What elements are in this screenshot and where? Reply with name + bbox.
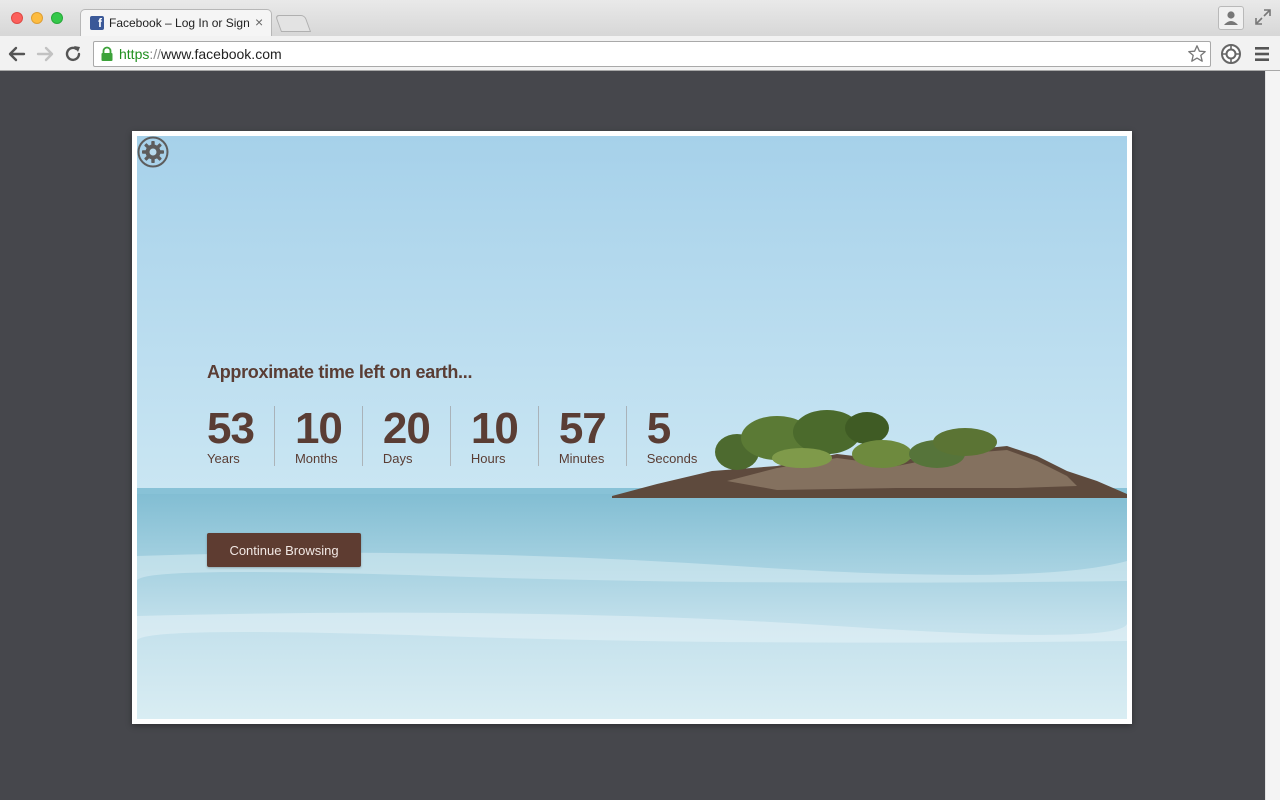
extension-icon[interactable] <box>1220 43 1242 65</box>
profile-button[interactable] <box>1218 6 1244 30</box>
url-host: www.facebook.com <box>161 46 282 62</box>
countdown-label: Months <box>294 451 338 466</box>
window-maximize-button[interactable] <box>51 12 63 24</box>
url-text: https://www.facebook.com <box>119 46 282 62</box>
gear-icon[interactable] <box>137 136 169 168</box>
countdown-card: Approximate time left on earth... 53 Yea… <box>132 131 1132 724</box>
countdown-value: 10 <box>294 404 343 453</box>
countdown-days: 20 Days <box>361 404 431 466</box>
window-minimize-button[interactable] <box>31 12 43 24</box>
countdown-label: Hours <box>470 451 506 466</box>
menu-icon[interactable] <box>1254 45 1270 63</box>
page-headline: Approximate time left on earth... <box>207 362 473 382</box>
back-arrow-icon[interactable] <box>7 44 27 64</box>
countdown-value: 53 <box>207 404 255 453</box>
ocean-island-background: Approximate time left on earth... 53 Yea… <box>137 136 1127 719</box>
countdown-label: Seconds <box>646 451 698 466</box>
countdown-hours: 10 Hours <box>449 404 519 466</box>
countdown-label: Days <box>382 451 413 466</box>
facebook-favicon-icon: f <box>90 16 104 30</box>
countdown-value: 5 <box>646 404 671 453</box>
countdown-years: 53 Years <box>207 404 255 467</box>
countdown-timer: 53 Years 10 Months 20 Days 10 Hours 57 M… <box>207 406 717 466</box>
tab-title: Facebook – Log In or Sign Up <box>109 16 251 30</box>
countdown-value: 57 <box>558 404 607 453</box>
star-icon[interactable] <box>1187 44 1207 64</box>
fullscreen-icon[interactable] <box>1254 8 1272 26</box>
countdown-seconds: 5 Seconds <box>625 404 698 466</box>
countdown-value: 20 <box>382 404 431 453</box>
countdown-minutes: 57 Minutes <box>537 404 607 466</box>
forward-arrow-icon[interactable] <box>35 44 55 64</box>
countdown-label: Years <box>207 451 240 466</box>
reload-icon[interactable] <box>63 44 83 64</box>
tab-close-icon[interactable]: × <box>255 14 263 30</box>
url-scheme: https <box>119 46 150 62</box>
address-bar[interactable]: https://www.facebook.com <box>93 41 1211 67</box>
countdown-months: 10 Months <box>273 404 343 466</box>
page-scrollbar[interactable] <box>1265 71 1280 800</box>
new-tab-button[interactable] <box>274 15 312 32</box>
countdown-value: 10 <box>470 404 519 453</box>
url-separator: :// <box>149 46 162 62</box>
browser-tab-facebook[interactable]: f Facebook – Log In or Sign Up × <box>80 9 272 36</box>
continue-browsing-button[interactable]: Continue Browsing <box>207 533 361 567</box>
profile-icon <box>1224 11 1238 25</box>
browser-toolbar: https://www.facebook.com <box>0 36 1280 71</box>
browser-titlebar: f Facebook – Log In or Sign Up × <box>0 0 1280 36</box>
countdown-label: Minutes <box>558 451 605 466</box>
window-close-button[interactable] <box>11 12 23 24</box>
lock-icon <box>101 46 113 61</box>
